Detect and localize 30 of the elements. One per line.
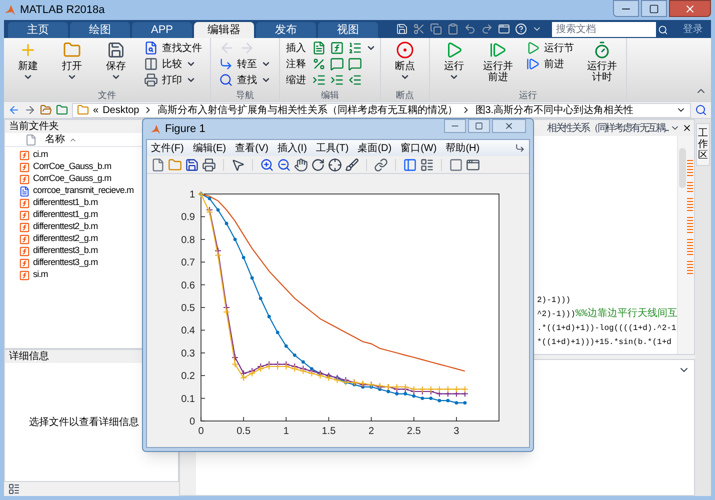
y-tick-label: 0.1 xyxy=(181,394,195,405)
y-tick-label: 0.9 xyxy=(181,212,195,224)
y-tick-label: 0.5 xyxy=(181,303,195,314)
y-tick-label: 0.2 xyxy=(181,371,195,382)
y-tick-label: 0.7 xyxy=(181,258,195,269)
x-tick-label: 0 xyxy=(198,426,204,437)
group-label: 文件 xyxy=(97,90,117,101)
window-title: MATLAB R2018a xyxy=(20,2,105,18)
y-tick-label: 0.6 xyxy=(181,280,195,292)
code-line: *((1+d)+1)))+15.*sin(b.*(1+d xyxy=(537,337,672,349)
group-label: 运行 xyxy=(518,90,538,101)
x-tick-label: 1.5 xyxy=(322,426,336,437)
x-tick-label: 3 xyxy=(454,426,460,437)
path-overflow-mark: « xyxy=(93,104,99,118)
x-tick-label: 2.5 xyxy=(406,426,421,437)
y-tick-label: 1 xyxy=(189,190,195,200)
y-tick-label: 0.4 xyxy=(181,326,195,337)
group-label: 导航 xyxy=(235,90,255,101)
y-tick-label: 0 xyxy=(189,416,195,428)
y-tick-label: 0.8 xyxy=(181,234,195,246)
x-tick-label: 1 xyxy=(283,426,289,437)
group-label: 编辑 xyxy=(320,90,340,101)
group-label: 断点 xyxy=(395,90,415,101)
y-tick-label: 0.3 xyxy=(181,348,195,360)
x-tick-label: 2 xyxy=(368,426,374,437)
x-tick-label: 0.5 xyxy=(236,426,251,437)
details-message: 选择文件以查看详细信息 xyxy=(29,416,139,430)
code-line: .*((1+d)+1))-log((((1+d).^2-1 xyxy=(537,323,678,335)
code-line: ^2)-1)))%%边靠边平行天线间互 xyxy=(537,308,678,322)
code-line: 2)-1))) xyxy=(537,295,572,307)
